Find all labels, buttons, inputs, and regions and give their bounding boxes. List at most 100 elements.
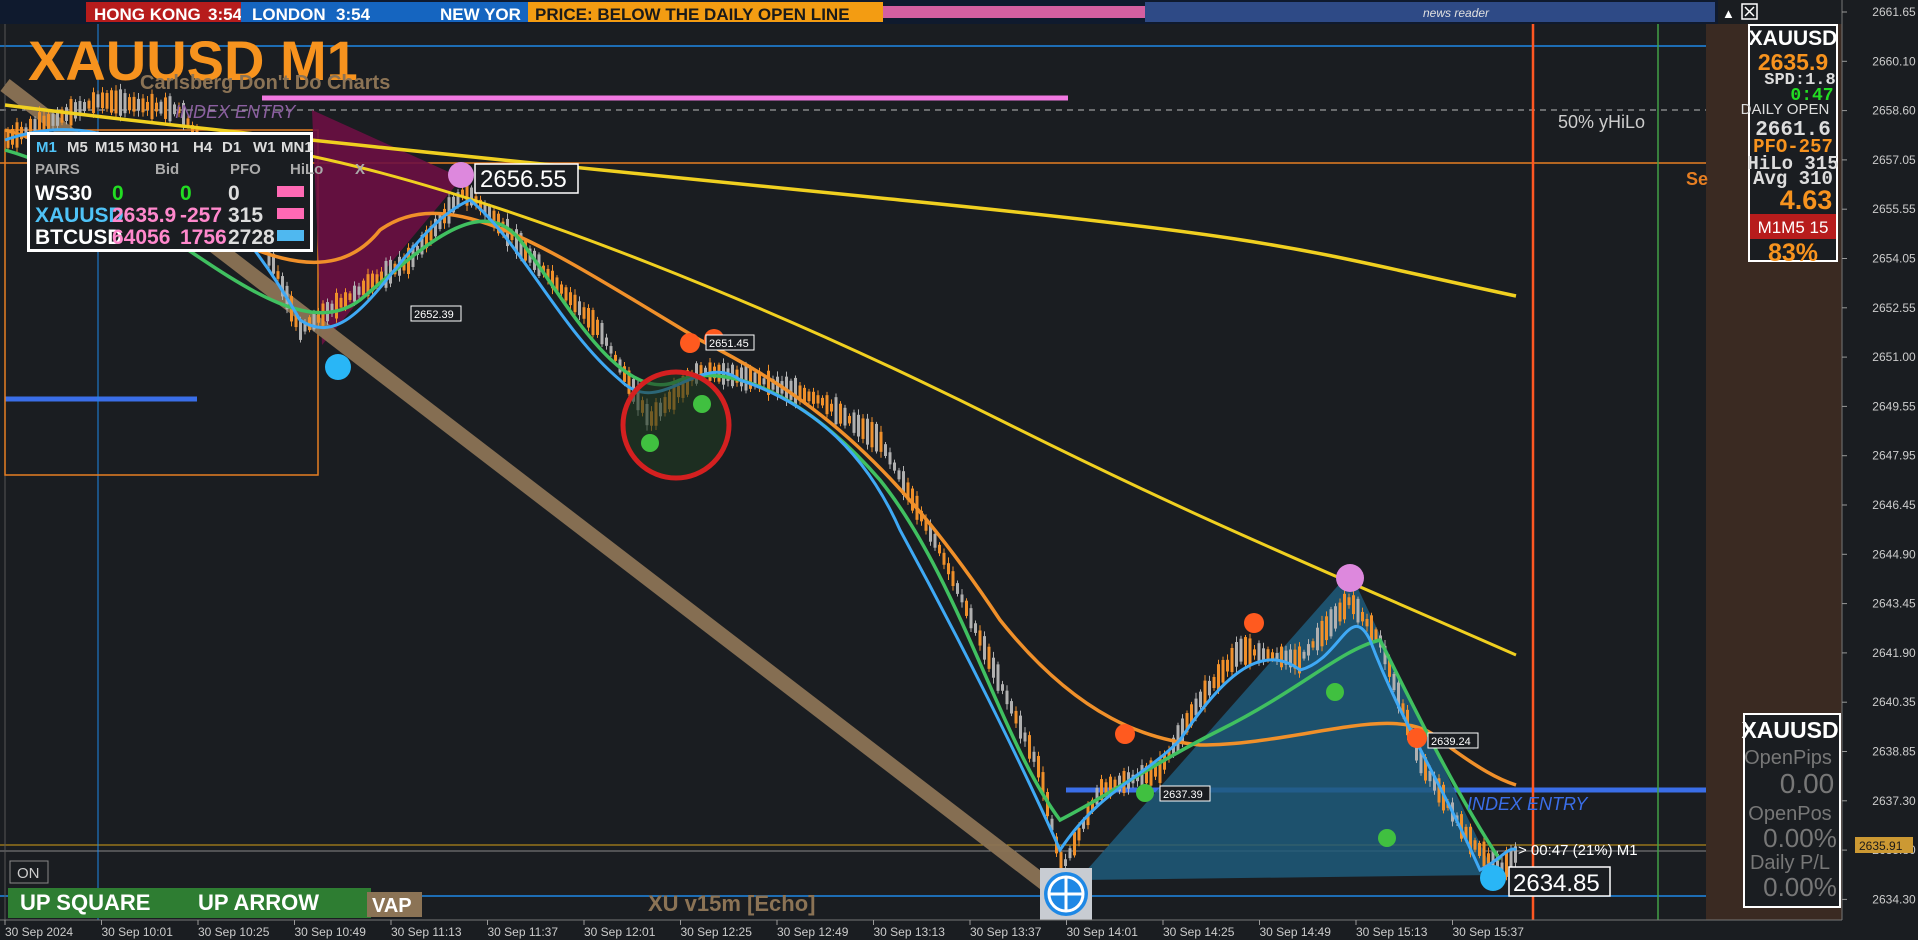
rp-daily-open-label: DAILY OPEN: [1741, 101, 1830, 118]
pair-change: -257: [180, 204, 222, 227]
rp-symbol: XAUUSD: [1749, 27, 1838, 50]
pfo-header: PFO: [230, 161, 261, 178]
pair-change: 1756: [180, 226, 227, 249]
ticker-bar: HONG KONG 3:54 LONDON 3:54 NEW YOR PRICE…: [0, 0, 1758, 24]
price-tick: 2646.45: [1872, 498, 1916, 512]
time-tick: 30 Sep 11:37: [488, 925, 559, 939]
svg-text:2656.55: 2656.55: [480, 166, 567, 193]
pl-open-pos-label: OpenPos: [1748, 803, 1831, 825]
timeframe-tab[interactable]: M5: [67, 139, 88, 156]
se-label: Se: [1686, 169, 1708, 189]
price-tick: 2661.65: [1872, 5, 1916, 19]
hong-kong-time: 3:54: [208, 5, 243, 24]
svg-text:UP SQUARE: UP SQUARE: [20, 890, 150, 915]
index-entry-label: INDEX ENTRY: [1467, 794, 1589, 814]
price-tick: 2652.55: [1872, 301, 1916, 315]
timeframe-tab[interactable]: M1: [36, 139, 57, 156]
rp-ratio: 4.63: [1780, 185, 1833, 215]
price-tick: 2651.00: [1872, 350, 1916, 364]
svg-text:2634.85: 2634.85: [1513, 870, 1600, 897]
svg-text:2651.45: 2651.45: [709, 338, 749, 350]
time-tick: 30 Sep 10:25: [198, 925, 270, 939]
price-chart[interactable]: HONG KONG 3:54 LONDON 3:54 NEW YOR PRICE…: [0, 0, 1918, 940]
pair-row[interactable]: BTCUSD64056 1756 2728: [35, 226, 304, 249]
timeframe-tab[interactable]: MN1: [281, 139, 313, 156]
price-tick: 2647.95: [1872, 449, 1916, 463]
time-tick: 30 Sep 15:13: [1356, 925, 1428, 939]
up-arrow-button[interactable]: UP ARROW: [186, 888, 371, 918]
vap-button[interactable]: VAP: [367, 892, 422, 917]
current-price-tag-text: 2635.91: [1859, 839, 1903, 853]
timeframe-tab[interactable]: H1: [160, 139, 179, 156]
time-tick: 30 Sep 10:49: [295, 925, 367, 939]
timeframe-tab[interactable]: D1: [222, 139, 241, 156]
right-info-panel: XAUUSD 2635.9 SPD:1.8 0:47 DAILY OPEN 26…: [1741, 24, 1839, 267]
timeframe-tab[interactable]: H4: [193, 139, 213, 156]
pair-name: BTCUSD: [35, 226, 123, 249]
price-tick: 2640.35: [1872, 695, 1916, 709]
highlight-circle: [620, 369, 732, 481]
svg-text:VAP: VAP: [372, 895, 412, 917]
time-tick: 30 Sep 14:01: [1067, 925, 1139, 939]
pair-badge: [277, 208, 304, 219]
x-header: X: [355, 161, 365, 178]
time-tick: 30 Sep 14:25: [1163, 925, 1235, 939]
pair-bid: 2635.9: [112, 204, 176, 227]
pl-daily-label: Daily P/L: [1750, 852, 1830, 874]
on-button[interactable]: ON: [9, 860, 49, 884]
timeframe-tab[interactable]: W1: [253, 139, 276, 156]
timeframe-row[interactable]: M1 M5 M15 M30 H1 H4 D1 W1 MN1: [36, 139, 313, 156]
hong-kong-label: HONG KONG: [94, 5, 201, 24]
price-alert-text: PRICE: BELOW THE DAILY OPEN LINE: [535, 5, 850, 24]
price-tick: 2634.30: [1872, 892, 1916, 906]
timeframe-tab[interactable]: M30: [128, 139, 157, 156]
pair-badge: [277, 186, 304, 197]
svg-text:ON: ON: [17, 865, 40, 882]
london-time: 3:54: [336, 5, 371, 24]
time-tick: 30 Sep 12:49: [777, 925, 849, 939]
pl-open-pips: 0.00: [1780, 768, 1835, 799]
timeframe-tab[interactable]: M15: [95, 139, 124, 156]
high-price-label: 2656.55: [474, 163, 579, 194]
up-square-button[interactable]: UP SQUARE: [8, 888, 193, 918]
price-tick: 2641.90: [1872, 646, 1916, 660]
price-tick: 2655.55: [1872, 202, 1916, 216]
pairs-header: PAIRS: [35, 161, 80, 178]
london-label: LONDON: [252, 5, 326, 24]
time-tick: 30 Sep 13:13: [874, 925, 946, 939]
time-tick: 30 Sep 14:49: [1260, 925, 1332, 939]
price-tick: 2660.10: [1872, 54, 1916, 68]
price-tick: 2644.90: [1872, 547, 1916, 561]
bid-header: Bid: [155, 161, 179, 178]
time-tick: 30 Sep 12:01: [584, 925, 656, 939]
svg-text:2652.39: 2652.39: [414, 309, 454, 321]
pair-badge: [277, 230, 304, 241]
rp-pct: 83%: [1768, 239, 1818, 267]
time-tick: 30 Sep 15:37: [1453, 925, 1525, 939]
pl-symbol: XAUUSD: [1741, 717, 1838, 743]
svg-text:UP ARROW: UP ARROW: [198, 890, 319, 915]
svg-text:2637.39: 2637.39: [1163, 789, 1203, 801]
rp-tf-badge-text: M1M5 15: [1758, 218, 1829, 237]
pair-bid: 64056: [112, 226, 170, 249]
chart-subtitle: Carlsberg Don't Do Charts: [140, 72, 390, 94]
pair-name: WS30: [35, 182, 92, 205]
yhilo-label: 50% yHiLo: [1558, 112, 1645, 132]
pl-open-pips-label: OpenPips: [1744, 747, 1832, 769]
pair-bid: 0: [112, 182, 124, 205]
pair-hilo: 315: [228, 204, 263, 227]
price-tick: 2638.85: [1872, 745, 1916, 759]
price-tick: 2658.60: [1872, 104, 1916, 118]
time-tick: 30 Sep 2024: [5, 925, 73, 939]
pair-change: 0: [180, 182, 192, 205]
hilo-header: HiLo: [290, 161, 323, 178]
pair-name: XAUUSD: [35, 204, 124, 227]
bar-countdown: > 00:47 (21%) M1: [1518, 842, 1638, 859]
pl-panel: XAUUSD OpenPips 0.00 OpenPos 0.00% Daily…: [1741, 713, 1841, 908]
news-collapse-icon[interactable]: ▲: [1722, 6, 1735, 21]
pair-hilo: 0: [228, 182, 240, 205]
pl-daily-value: 0.00%: [1763, 872, 1837, 902]
time-tick: 30 Sep 10:01: [102, 925, 174, 939]
svg-text:2639.24: 2639.24: [1431, 736, 1471, 748]
low-price-label: 2634.85: [1508, 866, 1611, 897]
